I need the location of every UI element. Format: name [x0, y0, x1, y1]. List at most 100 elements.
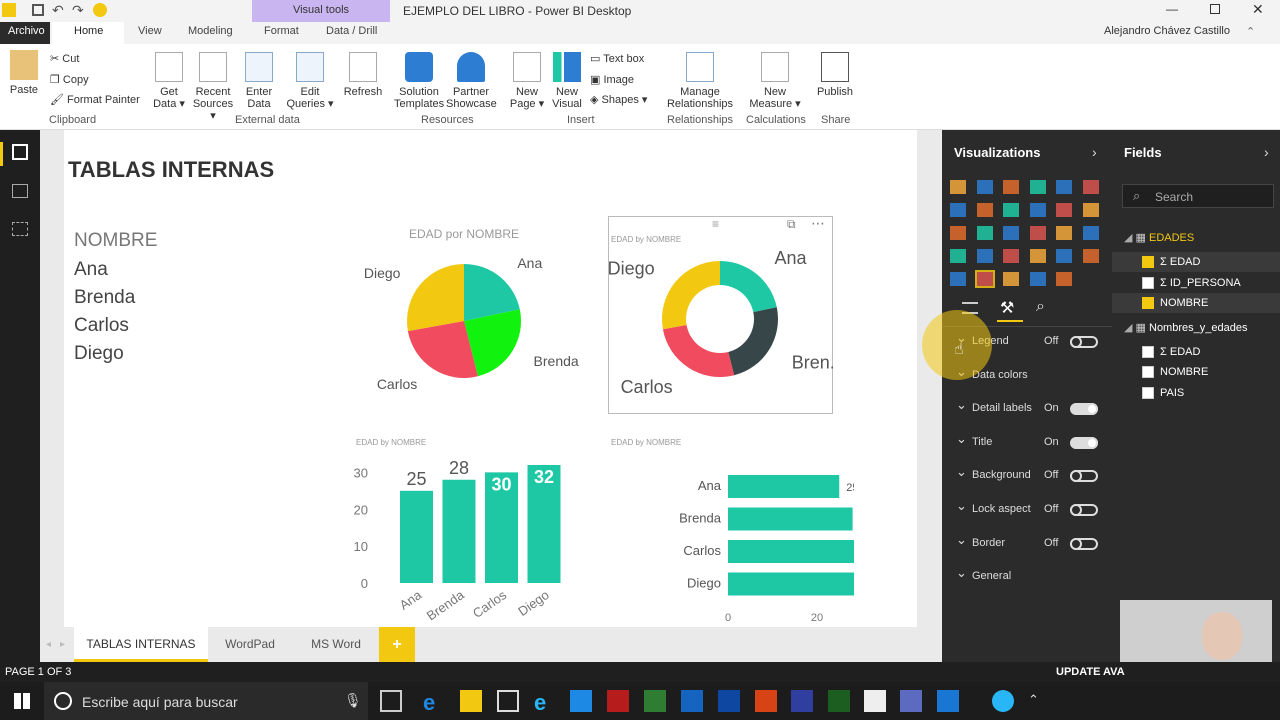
- collapse-ribbon-icon[interactable]: ⌃: [1246, 25, 1255, 38]
- format-roller-icon[interactable]: ⚒: [1000, 298, 1014, 318]
- column-chart[interactable]: 0 10 20 30 25 Ana 28 Brenda 30 Carlos 32 Diego: [350, 450, 580, 620]
- field-item[interactable]: NOMBRE: [1112, 293, 1280, 313]
- store-icon[interactable]: [497, 690, 519, 712]
- focus-mode-icon[interactable]: ⧉: [787, 217, 796, 232]
- toggle-switch[interactable]: [1070, 403, 1098, 416]
- field-item[interactable]: Σ EDAD: [1112, 252, 1280, 272]
- visual-type-icon[interactable]: [1029, 203, 1046, 217]
- minimize-icon[interactable]: —: [1166, 2, 1178, 16]
- file-explorer-icon[interactable]: [460, 690, 482, 712]
- analytics-icon[interactable]: ⌕: [1036, 298, 1045, 316]
- relationships-view-icon[interactable]: [12, 222, 28, 236]
- tray-chevron-icon[interactable]: ⌃: [1028, 692, 1039, 708]
- visual-type-icon[interactable]: [976, 226, 993, 240]
- manage-relationships-button[interactable]: Manage Relationships: [666, 52, 734, 110]
- visual-type-icon[interactable]: [1029, 226, 1046, 240]
- outlook-icon[interactable]: [718, 690, 740, 712]
- powerpoint-icon[interactable]: [755, 690, 777, 712]
- format-card[interactable]: ⌄ Background Off: [956, 464, 1106, 487]
- add-page-button[interactable]: +: [379, 627, 415, 662]
- next-page-icon[interactable]: ▸: [60, 639, 65, 650]
- visual-type-icon[interactable]: [976, 249, 993, 263]
- page-tab-tablas-internas[interactable]: TABLAS INTERNAS: [74, 627, 208, 662]
- visual-type-icon[interactable]: [1003, 272, 1019, 286]
- access-icon[interactable]: [607, 690, 629, 712]
- more-options-icon[interactable]: ⋯: [811, 215, 825, 232]
- excel-icon[interactable]: [644, 690, 666, 712]
- visual-type-icon[interactable]: [1056, 272, 1072, 286]
- field-checkbox[interactable]: [1142, 366, 1154, 378]
- tab-modeling[interactable]: Modeling: [188, 25, 233, 37]
- visual-type-icon[interactable]: [1056, 203, 1072, 217]
- paste-button[interactable]: Paste: [6, 50, 42, 96]
- visual-type-icon[interactable]: [1003, 180, 1019, 194]
- new-page-button[interactable]: New Page ▾: [508, 52, 546, 110]
- visual-type-icon[interactable]: [1082, 180, 1099, 194]
- taskbar-search[interactable]: Escribe aquí para buscar 🎙: [44, 682, 368, 720]
- solution-templates-button[interactable]: Solution Templates: [394, 52, 444, 110]
- fields-search-box[interactable]: ⌕ Search: [1122, 184, 1274, 208]
- new-visual-button[interactable]: New Visual: [548, 52, 586, 110]
- field-item[interactable]: PAIS: [1112, 383, 1280, 403]
- text-box-button[interactable]: ▭ Text box: [590, 52, 644, 65]
- task-view-icon[interactable]: [380, 690, 402, 712]
- visual-type-icon[interactable]: [1056, 180, 1072, 194]
- tab-archivo[interactable]: Archivo: [8, 25, 45, 37]
- recent-sources-button[interactable]: Recent Sources ▾: [190, 52, 236, 122]
- field-checkbox[interactable]: [1142, 297, 1154, 309]
- dropbox-icon[interactable]: [570, 690, 592, 712]
- visual-type-icon[interactable]: [950, 249, 966, 263]
- close-icon[interactable]: ✕: [1252, 1, 1264, 18]
- drag-handle-icon[interactable]: ≡: [712, 217, 719, 231]
- visual-type-icon[interactable]: [976, 203, 993, 217]
- teams-icon[interactable]: [900, 690, 922, 712]
- field-item[interactable]: NOMBRE: [1112, 362, 1280, 382]
- field-checkbox[interactable]: [1142, 386, 1154, 399]
- report-view-icon[interactable]: [12, 144, 28, 160]
- visual-type-icon[interactable]: [974, 270, 995, 288]
- visual-type-icon[interactable]: [1082, 249, 1099, 263]
- partner-showcase-button[interactable]: Partner Showcase: [446, 52, 497, 110]
- visual-type-icon[interactable]: [1003, 226, 1019, 240]
- visual-type-icon[interactable]: [1003, 203, 1019, 217]
- toggle-switch[interactable]: [1070, 470, 1098, 483]
- publish-button[interactable]: Publish: [814, 52, 856, 98]
- tab-format[interactable]: Format: [264, 25, 299, 37]
- maximize-icon[interactable]: [1210, 4, 1220, 14]
- copy-button[interactable]: ❐ Copy: [50, 73, 89, 86]
- page-tab-wordpad[interactable]: WordPad: [210, 627, 290, 662]
- visual-type-icon[interactable]: [950, 180, 966, 194]
- visual-type-icon[interactable]: [950, 203, 966, 217]
- pie-chart[interactable]: EDAD por NOMBRE Ana Brenda Carlos Diego: [344, 220, 584, 390]
- field-checkbox[interactable]: [1142, 345, 1154, 358]
- bar-chart[interactable]: Ana25Brenda28Carlos30Diego3202040: [604, 455, 854, 625]
- edge-icon[interactable]: e: [423, 690, 445, 715]
- visual-type-icon[interactable]: [1029, 272, 1046, 286]
- format-painter-button[interactable]: 🖌 Format Painter: [50, 93, 140, 106]
- user-name[interactable]: Alejandro Chávez Castillo: [1104, 25, 1230, 37]
- enter-data-button[interactable]: Enter Data: [240, 52, 278, 110]
- cut-button[interactable]: ✂ Cut: [50, 52, 79, 65]
- prev-page-icon[interactable]: ◂: [46, 639, 51, 650]
- new-measure-button[interactable]: New Measure ▾: [748, 52, 802, 110]
- visio-icon[interactable]: [791, 690, 813, 712]
- page-tab-ms-word[interactable]: MS Word: [296, 627, 376, 662]
- visual-type-icon[interactable]: [1056, 249, 1072, 263]
- format-card[interactable]: ⌄ Border Off: [956, 532, 1106, 555]
- update-available[interactable]: UPDATE AVA: [1056, 666, 1125, 678]
- field-checkbox[interactable]: [1142, 276, 1154, 289]
- refresh-button[interactable]: Refresh: [342, 52, 384, 98]
- notepad-icon[interactable]: [864, 690, 886, 712]
- edit-queries-button[interactable]: Edit Queries ▾: [286, 52, 334, 110]
- table-name[interactable]: ◢ ▦ Nombres_y_edades: [1124, 318, 1247, 338]
- internet-explorer-icon[interactable]: e: [534, 690, 556, 715]
- visual-type-icon[interactable]: [1082, 226, 1099, 240]
- tab-view[interactable]: View: [138, 25, 162, 37]
- visual-type-icon[interactable]: [1003, 249, 1019, 263]
- visual-type-icon[interactable]: [950, 226, 966, 240]
- visual-type-icon[interactable]: [1056, 226, 1072, 240]
- field-item[interactable]: Σ EDAD: [1112, 342, 1280, 362]
- windows-start-icon[interactable]: [14, 693, 30, 709]
- chrome-icon[interactable]: [992, 690, 1014, 712]
- format-card[interactable]: ⌄ Lock aspect Off: [956, 498, 1106, 521]
